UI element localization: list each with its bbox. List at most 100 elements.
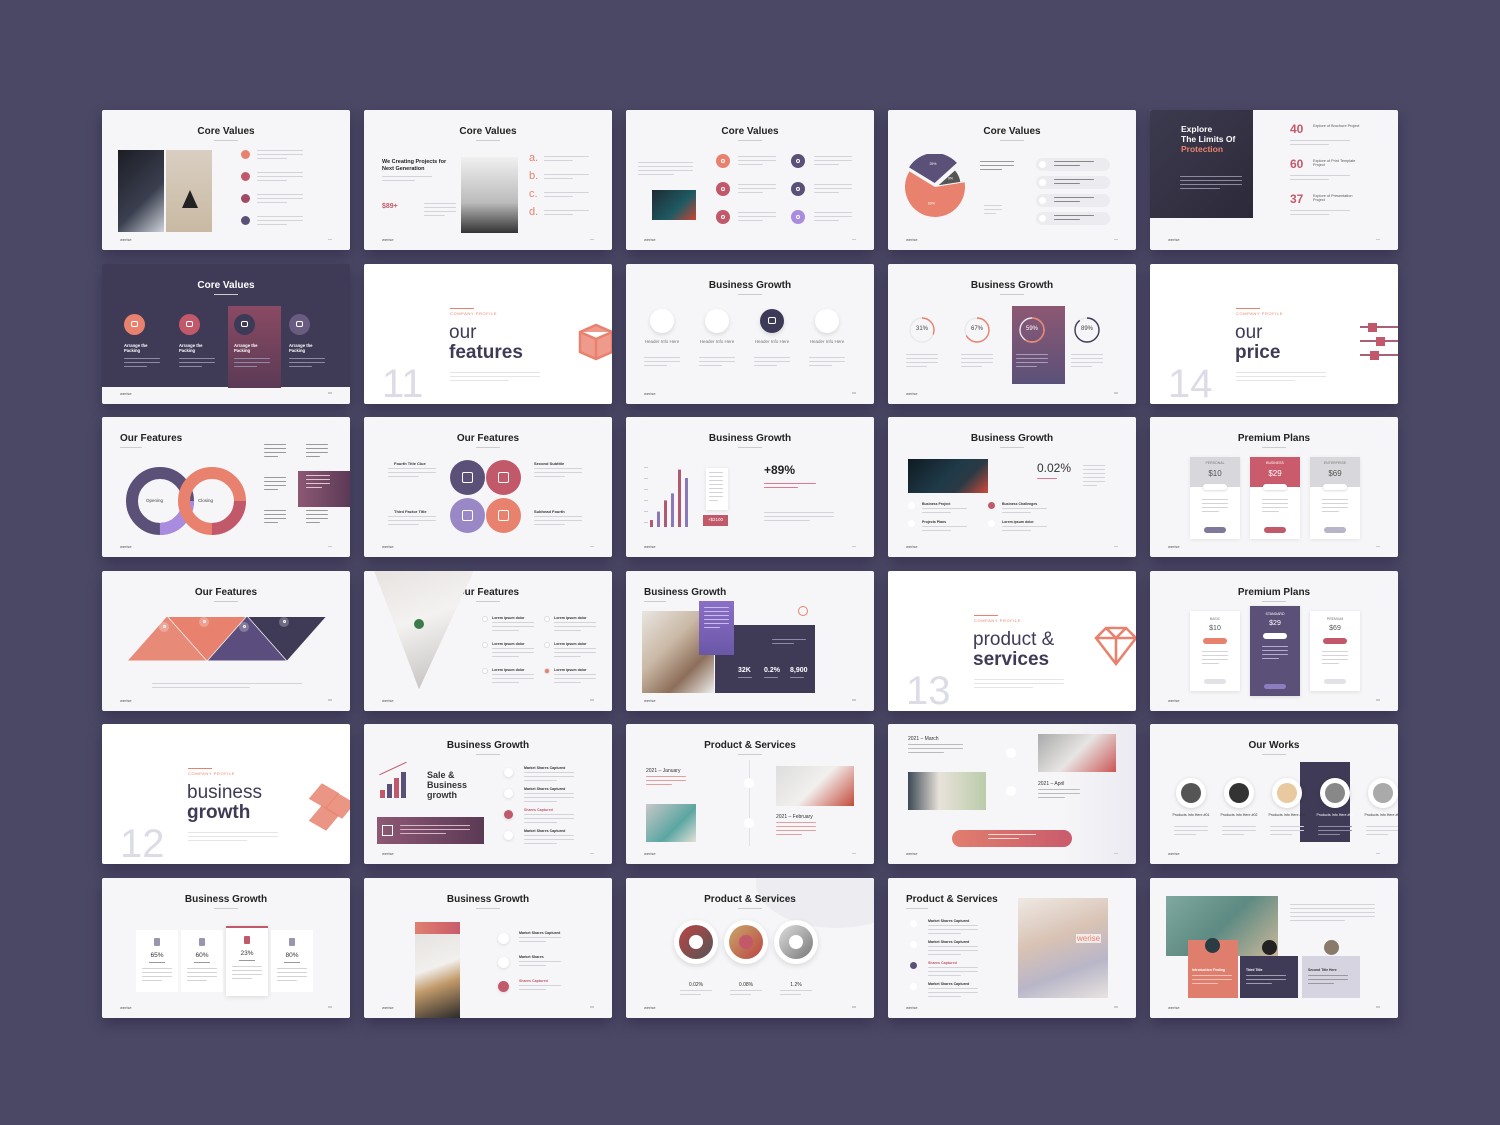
play-icon[interactable] [789,934,803,949]
order-button[interactable] [1264,527,1286,533]
slide-thumbnail[interactable]: Business Growth 0.02% Business Project Busi… [888,417,1136,557]
subtitle-line [476,754,500,756]
step-circle [988,520,995,527]
subtitle-line [1000,447,1024,449]
text-line [764,676,778,678]
page-number [1114,392,1118,394]
slide-thumbnail[interactable]: COMPANY PROFILE business growth 12 [102,724,350,864]
text-line [544,174,589,176]
plan-name: PREMIUM [1326,616,1344,621]
slide-thumbnail[interactable]: Business Growth Sale & Business growth Marke… [364,724,612,864]
icon-glyph [720,158,726,164]
slide-thumbnail[interactable]: COMPANY PROFILE our features 11 [364,263,612,404]
text-line [534,516,582,518]
slide-thumbnail[interactable]: Explore The Limits Of Protection 40 Explore … [1150,110,1398,250]
text-line [738,156,776,158]
page-number [590,699,594,701]
slide-thumbnail[interactable]: Core Values werise [626,110,874,250]
slide-thumbnail[interactable]: Premium Plans PERSONAL $10 BUSINESS $29 ENTER… [1150,417,1398,557]
order-button[interactable] [1264,683,1286,689]
order-button[interactable] [1324,678,1346,684]
slide-thumbnail[interactable]: Core Values werise [102,110,350,250]
item-title: Market Shares Captured [524,829,566,833]
text-line [980,165,1014,167]
slide-thumbnail[interactable]: Product & Services 2021 – January 2021 – F… [626,724,874,864]
text-line [1202,662,1219,664]
slide-title: Core Values [459,126,517,137]
step-circle [1039,161,1046,168]
text-line [1002,512,1032,514]
brand-logo: werise [382,544,394,549]
slide-thumbnail[interactable]: Business Growth 65% 60% 23% 80% werise [102,877,350,1018]
play-icon[interactable] [739,934,753,949]
card-dark [1240,955,1298,998]
text-line [738,212,776,214]
plan-price: $29 [1268,469,1282,478]
brand-logo: werise [906,544,918,549]
office-photo [908,772,986,810]
step-title: Projects Plans [922,520,947,524]
slide-thumbnail[interactable]: Business Growth 31% 67% 59% 89% werise [888,263,1136,404]
brand-logo: werise [644,237,656,242]
icon-label: Header Info Here [644,338,680,344]
growth-icon [798,605,808,616]
text-line [1290,214,1329,216]
text-line [974,682,1064,684]
text-line [289,361,325,363]
slide-thumbnail[interactable]: COMPANY PROFILE product & services 13 [888,570,1136,711]
text-line [1262,649,1288,651]
play-icon[interactable] [689,934,703,949]
chart-svg [1094,626,1136,666]
slide-thumbnail[interactable]: 2021 – March 2021 – April werise [888,724,1136,864]
slide-thumbnail[interactable]: Our Features Fourth Title Clue Third Facto… [364,417,612,557]
slide-thumbnail[interactable]: Business Growth Market Shares Captured Mar… [364,877,612,1018]
brand-logo: werise [1168,697,1180,703]
bar [685,478,688,527]
product-photo [674,919,718,964]
slide-thumbnail[interactable]: Business Growth +$2100 +89% werise [626,417,874,557]
slide-thumbnail[interactable]: Business Growth Header Info Here Header In… [626,263,874,404]
slide-thumbnail[interactable]: Premium Plans BASIC $10 STANDARD $29 PREMIUM $… [1150,570,1398,711]
slide-thumbnail[interactable]: COMPANY PROFILE our price 14 [1150,263,1398,404]
text-line [1192,982,1218,984]
stat-value: 0.02% [688,981,704,988]
subtitle-line [738,293,762,295]
plan-card: STANDARD $29 [1250,605,1300,696]
feature-icon [910,982,917,990]
order-button[interactable] [1204,527,1226,533]
text-line [928,932,961,934]
card-title: Arrange the Packing [179,342,203,353]
text-line [906,357,938,359]
text-line [1202,650,1228,652]
stat-card: 80% [271,929,313,992]
feature-icon [716,182,730,196]
play-icon[interactable] [382,825,393,836]
text-line [152,682,302,684]
slide-thumbnail[interactable]: Our Features Lorem ipsum dolor Lorem ipsum… [364,570,612,711]
slide-thumbnail[interactable]: Our Works Products Info Here #01 Products … [1150,724,1398,864]
text-line [524,793,574,795]
slide-thumbnail[interactable]: Introduction Finding Third Title Second Ti… [1150,877,1398,1018]
slide-thumbnail[interactable]: Our Features werise [102,570,350,711]
text-line [257,172,303,174]
slide-thumbnail[interactable]: Business Growth 32K 0.2% 8,900 werise [626,570,874,711]
slide-thumbnail[interactable]: Product & Services werise Market Shares Ca… [888,877,1136,1018]
icon-glyph [296,320,303,328]
text-line [704,626,721,628]
page-number [1376,545,1380,547]
text-line [306,452,328,454]
slide-thumbnail[interactable]: Core Values We Creating Projects for Next… [364,110,612,250]
order-button[interactable] [1324,527,1346,533]
order-button[interactable] [1204,678,1226,684]
slide-thumbnail[interactable]: Our Features Opening Closing werise [102,417,350,557]
slide-thumbnail[interactable]: Core Values Arrange the Packing Arrange th… [102,263,350,404]
slide-thumbnail[interactable]: Core Values 60% 29% 9% werise [888,110,1136,250]
text-line [519,988,547,990]
slide-thumbnail[interactable]: Product & Services 0.02% 0.08% 1.2% werise [626,877,874,1018]
subtitle-line [738,140,762,142]
brand-logo: werise [1168,851,1180,856]
slide-title: Product & Services [906,893,998,905]
text-line [908,748,963,750]
feature-icon [650,308,674,333]
text-line [1308,978,1348,980]
